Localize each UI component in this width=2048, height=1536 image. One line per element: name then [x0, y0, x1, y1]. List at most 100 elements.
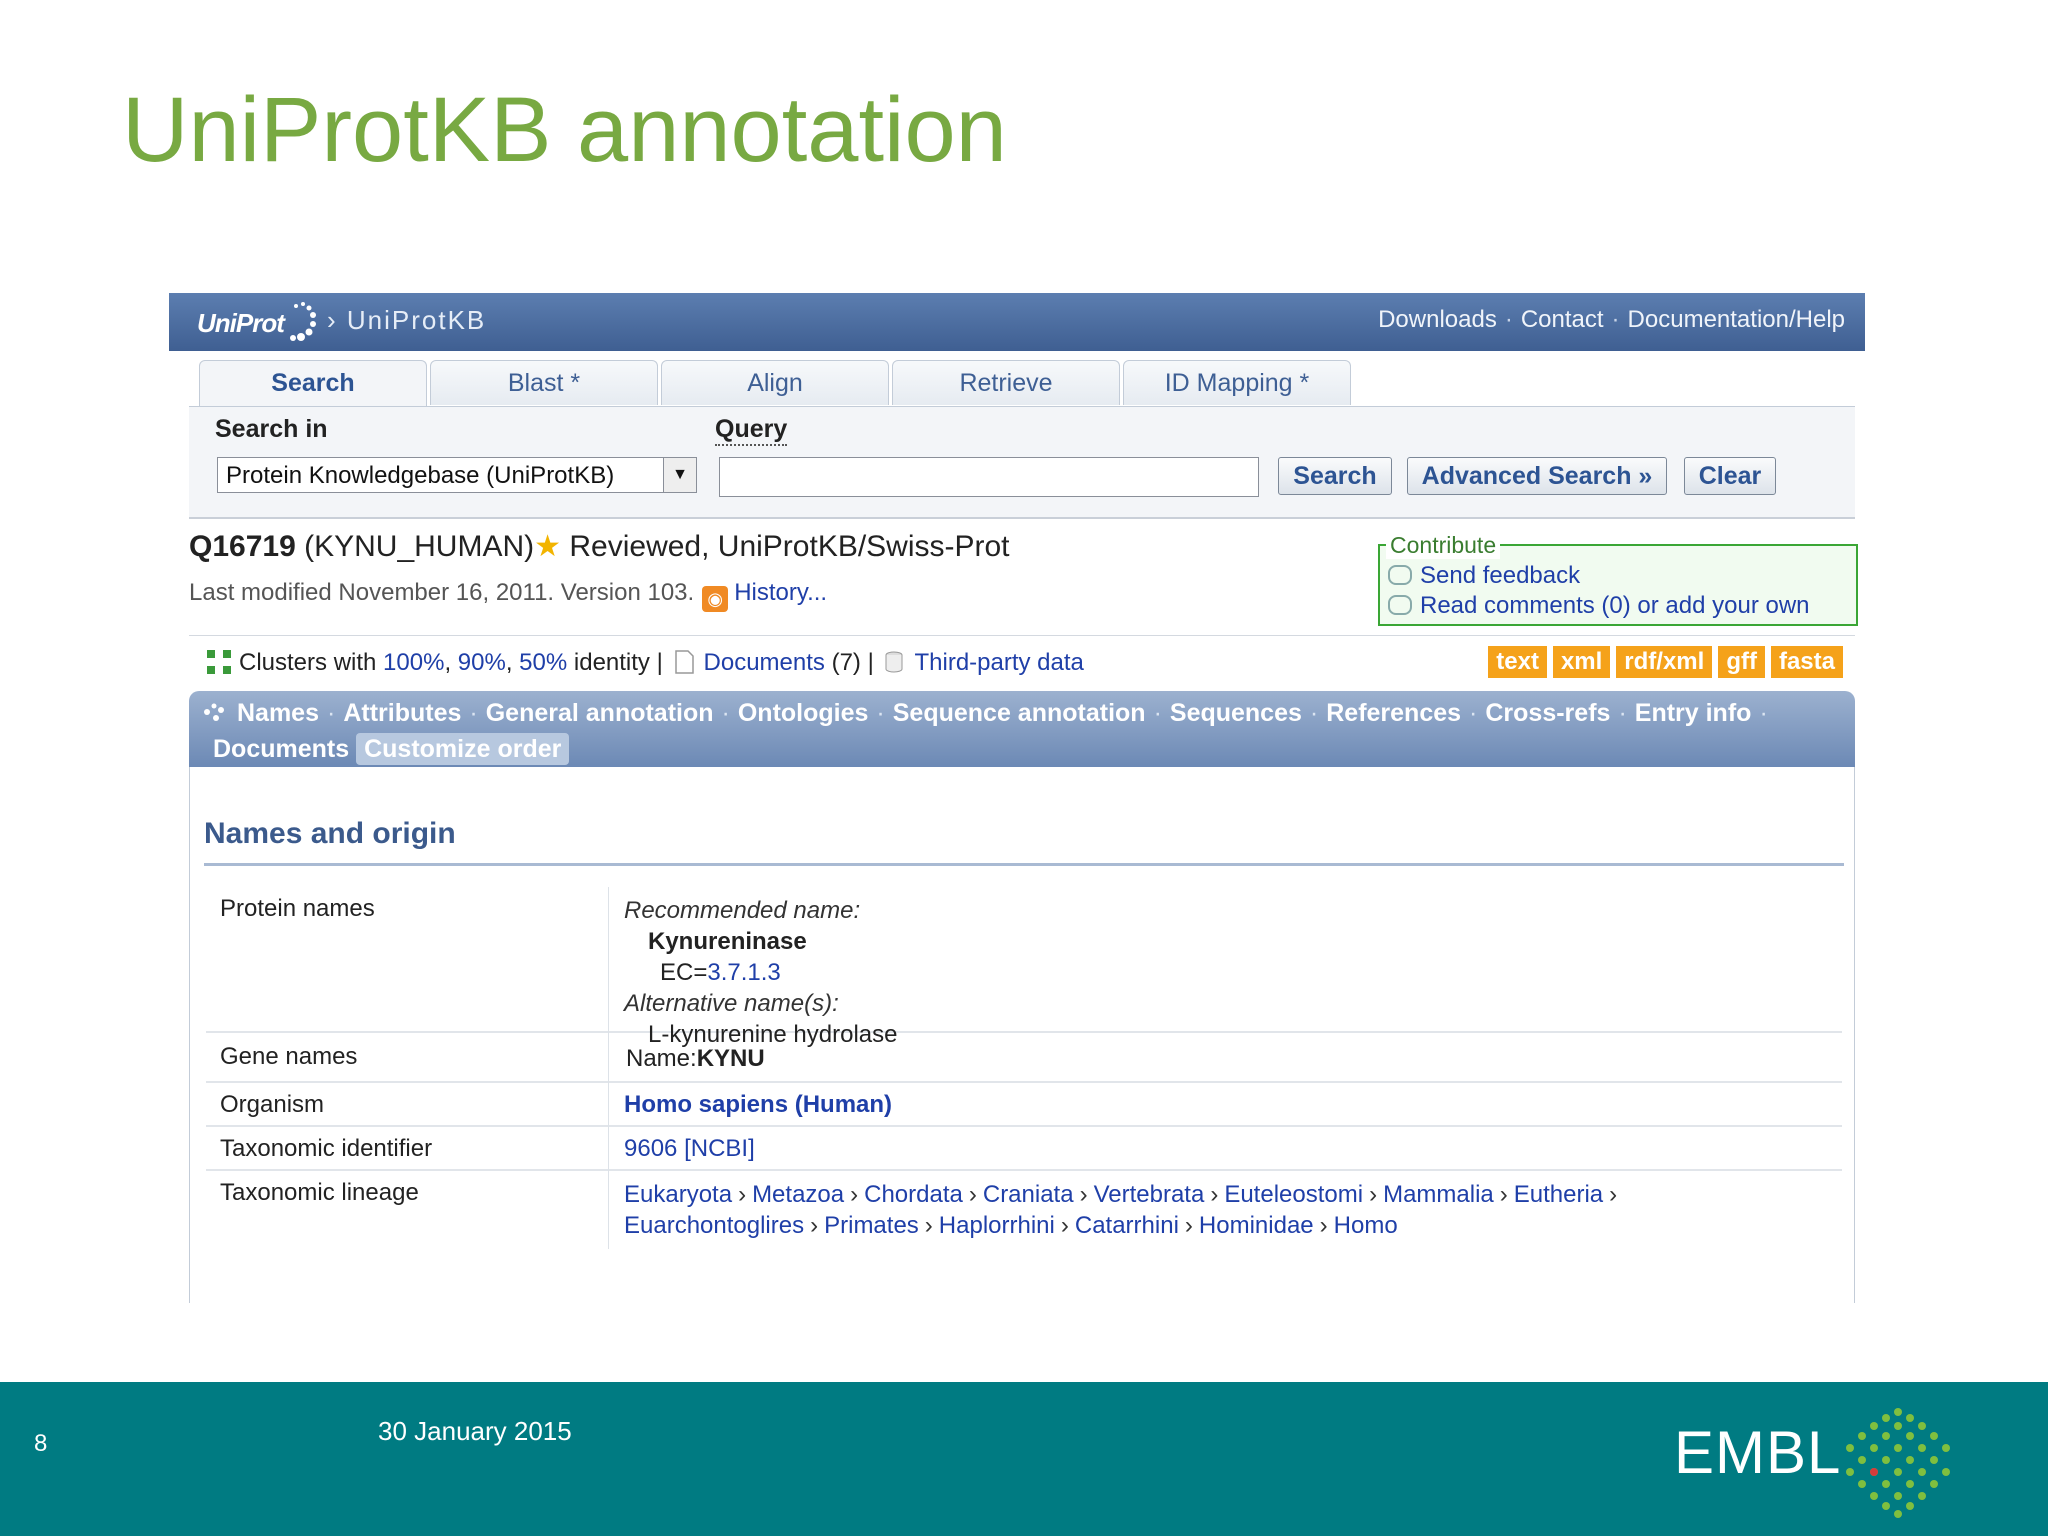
send-feedback-link[interactable]: Send feedback	[1388, 562, 1580, 590]
lineage-link[interactable]: Metazoa	[752, 1181, 844, 1208]
tab-id-mapping[interactable]: ID Mapping *	[1123, 360, 1351, 405]
nav-sequence-annotation[interactable]: Sequence annotation	[893, 699, 1146, 727]
search-button[interactable]: Search	[1278, 457, 1392, 495]
cluster-50-link[interactable]: 50%	[519, 649, 567, 676]
nav-attributes[interactable]: Attributes	[343, 699, 461, 727]
slide-footer: 8 30 January 2015 EMBL	[0, 1382, 2048, 1536]
embl-logo-text: EMBL	[1674, 1419, 1842, 1486]
ec-link[interactable]: 3.7.1.3	[707, 959, 780, 986]
read-comments-link[interactable]: Read comments (0) or add your own	[1388, 592, 1810, 620]
uniprot-mini-icon	[204, 703, 224, 721]
nav-general-annotation[interactable]: General annotation	[486, 699, 714, 727]
organism-link[interactable]: Homo sapiens (Human)	[624, 1091, 892, 1119]
tab-search[interactable]: Search	[199, 360, 427, 408]
recommended-name-label: Recommended name:	[624, 897, 861, 924]
lineage-link[interactable]: Craniata	[983, 1181, 1074, 1208]
lineage-link[interactable]: Eukaryota	[624, 1181, 732, 1208]
format-rdf-xml-link[interactable]: rdf/xml	[1616, 646, 1713, 678]
database-select[interactable]: Protein Knowledgebase (UniProtKB) ▼	[217, 457, 697, 493]
nav-sequences[interactable]: Sequences	[1170, 699, 1302, 727]
search-panel: Search in Query Protein Knowledgebase (U…	[189, 406, 1855, 519]
header-links: Downloads · Contact · Documentation/Help	[1378, 306, 1845, 333]
query-label: Query	[715, 415, 788, 446]
protein-names-label: Protein names	[220, 895, 375, 922]
query-input[interactable]	[719, 457, 1259, 497]
nav-cross-refs[interactable]: Cross-refs	[1485, 699, 1610, 727]
embl-logo-icon	[1846, 1408, 1950, 1518]
top-header-bar: UniProt › UniProtKB Downloads · Contact · Do…	[169, 293, 1865, 351]
taxid-link[interactable]: 9606	[624, 1135, 677, 1162]
nav-ontologies[interactable]: Ontologies	[738, 699, 869, 727]
format-text-link[interactable]: text	[1488, 646, 1547, 678]
downloads-link[interactable]: Downloads	[1378, 306, 1497, 333]
taxonomic-identifier-label: Taxonomic identifier	[220, 1135, 433, 1162]
lineage-link[interactable]: Vertebrata	[1094, 1181, 1205, 1208]
clusters-row: Clusters with 100%, 90%, 50% identity | …	[189, 635, 1855, 686]
lineage-link[interactable]: Eutheria	[1514, 1181, 1603, 1208]
section-nav: Names · Attributes · General annotation · Onto…	[189, 691, 1855, 767]
lineage-link[interactable]: Catarrhini	[1075, 1212, 1179, 1239]
alternative-name-label: Alternative name(s):	[624, 990, 839, 1017]
lineage-link[interactable]: Hominidae	[1199, 1212, 1314, 1239]
gene-name: KYNU	[696, 1045, 765, 1072]
slide-title: UniProtKB annotation	[122, 79, 1007, 181]
nav-entry-info[interactable]: Entry info	[1635, 699, 1752, 727]
organism-label: Organism	[220, 1091, 325, 1118]
taxonomic-identifier-row: Taxonomic identifier 9606 [NCBI]	[206, 1125, 1842, 1171]
tab-retrieve[interactable]: Retrieve	[892, 360, 1120, 405]
speech-bubble-icon	[1388, 565, 1412, 585]
uniprot-screenshot: UniProt › UniProtKB Downloads · Contact · Do…	[169, 293, 1865, 1303]
lineage-link[interactable]: Euarchontoglires	[624, 1212, 804, 1239]
third-party-data-link[interactable]: Third-party data	[914, 649, 1083, 676]
nav-names[interactable]: Names	[237, 699, 319, 727]
page-number: 8	[34, 1430, 48, 1457]
ncbi-link[interactable]: [NCBI]	[684, 1135, 755, 1162]
contact-link[interactable]: Contact	[1521, 306, 1604, 333]
lineage-line-1: Eukaryota › Metazoa › Chordata › Craniata › Vert…	[624, 1181, 1618, 1208]
chevron-down-icon[interactable]: ▼	[663, 458, 696, 492]
nav-documents[interactable]: Documents	[213, 735, 349, 763]
format-xml-link[interactable]: xml	[1552, 646, 1611, 678]
speech-bubble-icon	[1388, 595, 1412, 615]
format-fasta-link[interactable]: fasta	[1770, 646, 1843, 678]
documentation-help-link[interactable]: Documentation/Help	[1628, 306, 1845, 333]
accession: Q16719	[189, 530, 296, 563]
nav-references[interactable]: References	[1326, 699, 1461, 727]
recommended-name: Kynureninase	[648, 928, 807, 955]
contribute-box: Contribute Send feedback Read comments (…	[1378, 532, 1858, 626]
lineage-link[interactable]: Euteleostomi	[1224, 1181, 1363, 1208]
database-icon	[885, 651, 903, 673]
cluster-100-link[interactable]: 100%	[383, 649, 444, 676]
slide-date: 30 January 2015	[378, 1416, 572, 1446]
document-icon	[674, 650, 694, 674]
lineage-link[interactable]: Homo	[1334, 1212, 1398, 1239]
taxonomic-lineage-label: Taxonomic lineage	[220, 1179, 419, 1206]
taxonomic-lineage-row: Taxonomic lineage Eukaryota › Metazoa › Chor…	[206, 1169, 1842, 1249]
clusters-icon	[207, 650, 231, 674]
lineage-link[interactable]: Mammalia	[1383, 1181, 1494, 1208]
lineage-link[interactable]: Haplorrhini	[939, 1212, 1055, 1239]
section-divider	[204, 863, 1844, 866]
lineage-link[interactable]: Chordata	[864, 1181, 963, 1208]
review-status: Reviewed, UniProtKB/Swiss-Prot	[569, 530, 1010, 563]
breadcrumb[interactable]: › UniProtKB	[327, 305, 486, 336]
reviewed-star-icon: ★	[534, 530, 562, 563]
lineage-link[interactable]: Primates	[824, 1212, 919, 1239]
cluster-90-link[interactable]: 90%	[458, 649, 506, 676]
entry-content: Names and origin Protein names Recommend…	[189, 767, 1855, 1303]
customize-order-button[interactable]: Customize order	[356, 733, 570, 765]
entry-title: Q16719 (KYNU_HUMAN)★ Reviewed, UniProtKB…	[189, 529, 1010, 564]
organism-row: Organism Homo sapiens (Human)	[206, 1081, 1842, 1127]
gene-names-row: Gene names Name:KYNU	[206, 1031, 1842, 1083]
uniprot-logo[interactable]: UniProt	[197, 302, 318, 343]
history-link[interactable]: History...	[734, 579, 827, 606]
advanced-search-button[interactable]: Advanced Search »	[1407, 457, 1667, 495]
rss-icon[interactable]: ◉	[702, 586, 729, 612]
format-gff-link[interactable]: gff	[1718, 646, 1765, 678]
documents-link[interactable]: Documents	[704, 649, 825, 676]
section-title: Names and origin	[204, 817, 456, 850]
logo-dots-icon	[289, 302, 316, 341]
clear-button[interactable]: Clear	[1684, 457, 1776, 495]
tab-align[interactable]: Align	[661, 360, 889, 405]
tab-blast[interactable]: Blast *	[430, 360, 658, 405]
